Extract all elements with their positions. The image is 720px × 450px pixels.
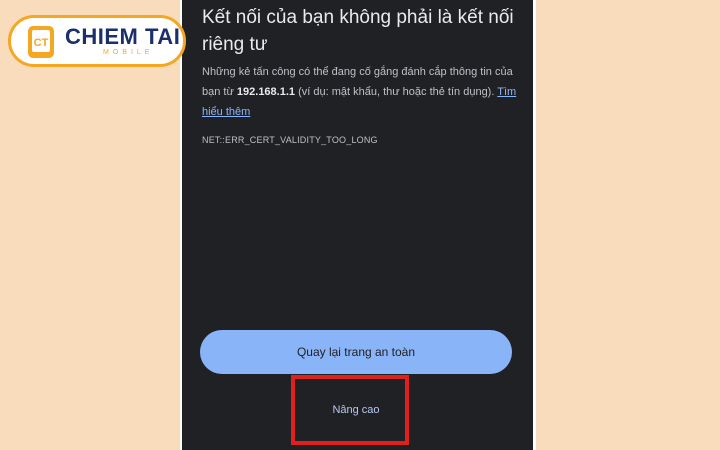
error-code: NET::ERR_CERT_VALIDITY_TOO_LONG xyxy=(202,135,378,145)
back-to-safety-button[interactable]: Quay lại trang an toàn xyxy=(200,330,512,374)
logo-mark-text: CT xyxy=(34,37,49,49)
host-address: 192.168.1.1 xyxy=(236,86,296,98)
logo-subtitle: MOBILE xyxy=(103,49,154,56)
logo-name: CHIEM TAI xyxy=(65,24,181,49)
advanced-button[interactable]: Nâng cao xyxy=(302,395,410,425)
warning-body-suffix: (ví dụ: mật khẩu, thư hoặc thẻ tín dụng)… xyxy=(298,86,495,98)
browser-screen: Kết nối của bạn không phải là kết nối ri… xyxy=(182,0,533,450)
phone-logo-icon: CT xyxy=(28,26,54,58)
brand-logo: CT CHIEM TAI MOBILE xyxy=(8,15,186,67)
warning-body: Những kẻ tấn công có thể đang cố gắng đá… xyxy=(202,62,522,122)
warning-title: Kết nối của bạn không phải là kết nối ri… xyxy=(202,7,514,55)
